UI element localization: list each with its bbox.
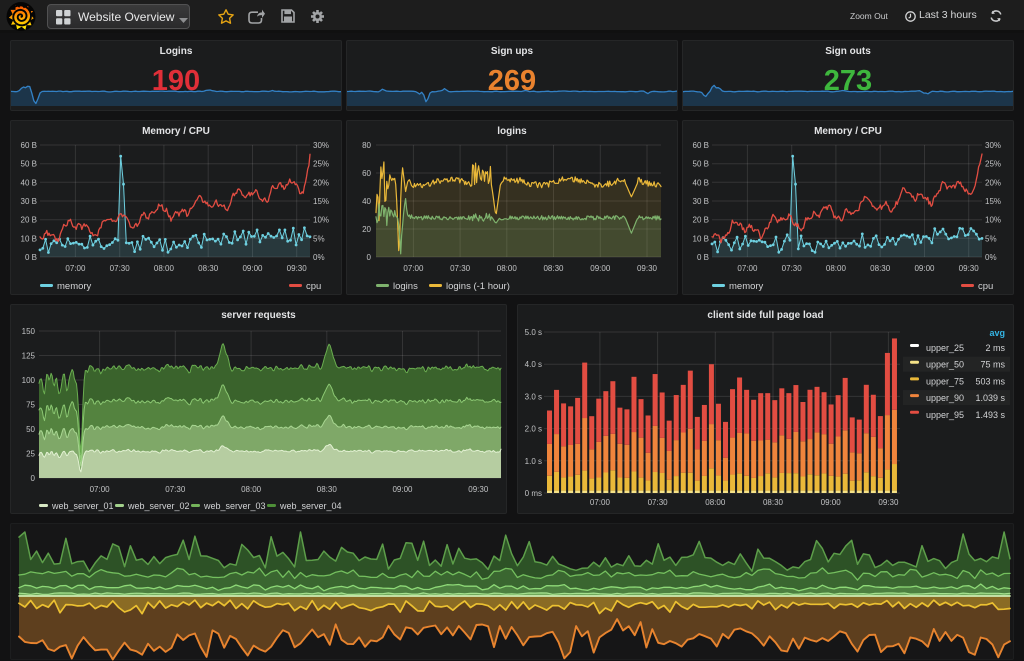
svg-text:08:00: 08:00 [241,485,262,494]
svg-text:0: 0 [31,474,36,483]
svg-text:5%: 5% [313,234,325,243]
svg-text:upper_75: upper_75 [926,376,964,386]
svg-text:15%: 15% [985,197,1001,206]
svg-text:08:00: 08:00 [705,498,726,507]
svg-text:08:30: 08:30 [317,485,338,494]
svg-text:20%: 20% [985,178,1001,187]
svg-text:upper_90: upper_90 [926,393,964,403]
svg-text:1.0 s: 1.0 s [525,457,542,466]
svg-text:60 B: 60 B [693,141,709,150]
svg-text:30%: 30% [313,141,329,150]
svg-text:07:00: 07:00 [65,264,86,273]
svg-text:10%: 10% [313,216,329,225]
svg-text:20 B: 20 B [21,216,37,225]
svg-text:5%: 5% [985,234,997,243]
svg-text:25: 25 [26,450,35,459]
svg-text:15%: 15% [313,197,329,206]
svg-text:75: 75 [26,401,35,410]
svg-text:10%: 10% [985,216,1001,225]
svg-text:09:30: 09:30 [637,264,658,273]
svg-text:upper_25: upper_25 [926,343,964,353]
svg-text:08:30: 08:30 [543,264,564,273]
svg-text:20: 20 [362,225,371,234]
svg-text:09:00: 09:00 [392,485,413,494]
svg-text:07:30: 07:30 [450,264,471,273]
svg-text:20 B: 20 B [693,216,709,225]
svg-text:40 B: 40 B [693,178,709,187]
svg-text:0 B: 0 B [25,253,37,262]
svg-text:09:00: 09:00 [914,264,935,273]
svg-text:web_server_02: web_server_02 [127,501,190,511]
svg-text:cpu: cpu [306,281,321,292]
svg-text:1.039 s: 1.039 s [975,393,1005,403]
svg-text:web_server_01: web_server_01 [51,501,114,511]
svg-text:upper_50: upper_50 [926,360,964,370]
svg-text:25%: 25% [985,160,1001,169]
svg-text:09:30: 09:30 [878,498,899,507]
svg-text:08:30: 08:30 [763,498,784,507]
svg-text:07:30: 07:30 [165,485,186,494]
svg-text:10 B: 10 B [693,234,709,243]
svg-text:07:00: 07:00 [90,485,111,494]
svg-text:web_server_03: web_server_03 [203,501,266,511]
svg-text:memory: memory [57,281,92,292]
svg-text:20%: 20% [313,178,329,187]
svg-text:50 B: 50 B [693,160,709,169]
svg-text:07:30: 07:30 [110,264,131,273]
svg-text:30 B: 30 B [693,197,709,206]
svg-text:0 ms: 0 ms [525,489,542,498]
svg-text:upper_95: upper_95 [926,410,964,420]
svg-text:09:30: 09:30 [287,264,308,273]
svg-text:0%: 0% [985,253,997,262]
svg-text:25%: 25% [313,160,329,169]
svg-text:60: 60 [362,169,371,178]
svg-text:memory: memory [729,281,764,292]
svg-text:logins: logins [393,281,418,292]
svg-text:503 ms: 503 ms [975,376,1005,386]
svg-text:cpu: cpu [978,281,993,292]
svg-text:avg: avg [989,328,1005,338]
svg-text:50: 50 [26,425,35,434]
svg-text:2.0 s: 2.0 s [525,425,542,434]
svg-text:40: 40 [362,197,371,206]
svg-text:40 B: 40 B [21,178,37,187]
svg-text:07:00: 07:00 [590,498,611,507]
svg-text:150: 150 [22,327,36,336]
svg-text:07:00: 07:00 [737,264,758,273]
svg-text:07:30: 07:30 [782,264,803,273]
svg-text:30 B: 30 B [21,197,37,206]
svg-text:07:00: 07:00 [403,264,424,273]
svg-text:web_server_04: web_server_04 [279,501,342,511]
svg-text:0: 0 [367,253,372,262]
svg-text:0 B: 0 B [697,253,709,262]
svg-text:2 ms: 2 ms [985,343,1005,353]
svg-text:07:30: 07:30 [648,498,669,507]
svg-text:50 B: 50 B [21,160,37,169]
svg-text:09:00: 09:00 [242,264,263,273]
svg-text:logins (-1 hour): logins (-1 hour) [446,281,510,292]
svg-text:30%: 30% [985,141,1001,150]
svg-text:09:00: 09:00 [821,498,842,507]
svg-text:3.0 s: 3.0 s [525,392,542,401]
svg-text:125: 125 [22,352,36,361]
svg-text:08:00: 08:00 [826,264,847,273]
svg-text:08:30: 08:30 [870,264,891,273]
svg-text:08:00: 08:00 [497,264,518,273]
svg-text:09:30: 09:30 [468,485,489,494]
svg-text:09:00: 09:00 [590,264,611,273]
svg-text:60 B: 60 B [21,141,37,150]
svg-text:08:00: 08:00 [154,264,175,273]
svg-text:75 ms: 75 ms [980,360,1005,370]
svg-text:0%: 0% [313,253,325,262]
svg-text:80: 80 [362,141,371,150]
svg-text:100: 100 [22,376,36,385]
svg-text:4.0 s: 4.0 s [525,360,542,369]
svg-text:5.0 s: 5.0 s [525,328,542,337]
svg-text:09:30: 09:30 [959,264,980,273]
svg-text:1.493 s: 1.493 s [975,410,1005,420]
svg-text:08:30: 08:30 [198,264,219,273]
svg-text:10 B: 10 B [21,234,37,243]
